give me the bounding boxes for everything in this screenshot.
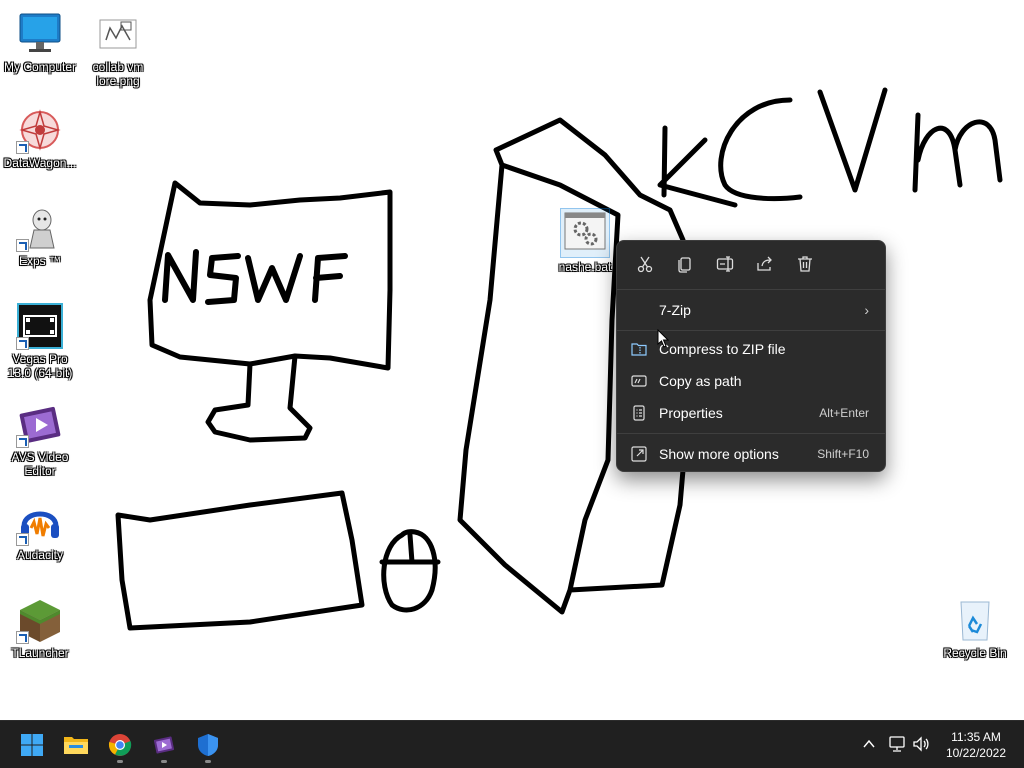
running-indicator [205, 760, 211, 763]
copy-button[interactable] [665, 247, 705, 281]
copy-path-icon [631, 373, 647, 389]
desktop-icon-label: DataWagon... [3, 156, 77, 170]
kcvm-letters-drawing [657, 87, 1003, 208]
desktop-icon-label: My Computer [3, 60, 77, 74]
desktop-icon-audacity[interactable]: Audacity [0, 498, 80, 562]
desktop-icon-label: collab vm lore.png [92, 60, 144, 88]
show-hidden-icons-button[interactable] [858, 733, 880, 755]
menu-item-properties[interactable]: Properties Alt+Enter [617, 397, 885, 429]
shortcut-arrow-icon [16, 141, 29, 154]
desktop-icon-label: Vegas Pro 13.0 (64-bit) [7, 352, 73, 380]
cut-button[interactable] [625, 247, 665, 281]
blank-icon [631, 302, 647, 318]
volume-button[interactable] [910, 733, 932, 755]
taskbar: 11:35 AM 10/22/2022 [0, 720, 1024, 768]
shortcut-arrow-icon [16, 435, 29, 448]
rename-button[interactable] [705, 247, 745, 281]
menu-separator [617, 289, 885, 290]
shortcut-arrow-icon [16, 631, 29, 644]
desktop-icon-vegas-pro[interactable]: Vegas Pro 13.0 (64-bit) [0, 302, 80, 380]
menu-item-7zip[interactable]: 7-Zip › [617, 292, 885, 328]
menu-item-shortcut: Alt+Enter [819, 406, 869, 420]
menu-item-label: Show more options [659, 446, 779, 462]
video-editor-icon [153, 736, 175, 754]
menu-item-label: 7-Zip [659, 302, 691, 318]
rename-icon [716, 256, 734, 272]
windows-start-icon [21, 734, 43, 756]
monitor-stand-drawing [205, 353, 313, 443]
taskbar-file-explorer[interactable] [56, 725, 96, 765]
taskbar-chrome[interactable] [100, 725, 140, 765]
delete-icon [798, 256, 812, 272]
shortcut-arrow-icon [16, 533, 29, 546]
chevron-up-icon [863, 739, 875, 748]
share-icon [757, 256, 772, 271]
shortcut-arrow-icon [16, 337, 29, 350]
taskbar-windows-security[interactable] [188, 725, 228, 765]
desktop-icon-label: Audacity [16, 548, 64, 562]
copy-icon [678, 257, 691, 273]
desktop-icon-label: Exps ™ [18, 254, 61, 268]
show-more-options-icon [631, 446, 647, 462]
speaker-volume-icon [913, 736, 929, 752]
menu-separator [617, 433, 885, 434]
menu-item-shortcut: Shift+F10 [817, 447, 869, 461]
desktop-icon-collab-vm-lore[interactable]: collab vm lore.png [78, 10, 158, 88]
share-button[interactable] [745, 247, 785, 281]
image-file-icon [99, 19, 137, 49]
menu-item-label: Compress to ZIP file [659, 341, 786, 357]
taskbar-clock[interactable]: 11:35 AM 10/22/2022 [946, 729, 1006, 761]
desktop-icon-label: nashe.bat [558, 260, 612, 274]
menu-item-copy-as-path[interactable]: Copy as path [617, 365, 885, 397]
properties-icon [631, 405, 647, 421]
desktop-icon-avs-video-editor[interactable]: AVS Video Editor [0, 400, 80, 478]
clock-date: 10/22/2022 [945, 746, 1006, 760]
menu-item-label: Properties [659, 405, 723, 421]
desktop-icon-datawagon[interactable]: DataWagon... [0, 106, 80, 170]
shortcut-arrow-icon [16, 239, 29, 252]
menu-item-show-more-options[interactable]: Show more options Shift+F10 [617, 438, 885, 470]
desktop-icon-nashe-bat[interactable]: nashe.bat [545, 208, 625, 274]
network-wired-icon [889, 736, 905, 752]
desktop-icon-label: Recycle Bin [943, 646, 1007, 660]
desktop-icon-label: TLauncher [11, 646, 69, 660]
context-menu: 7-Zip › Compress to ZIP file Copy as pat… [616, 240, 886, 472]
mouse-cursor-icon [657, 329, 669, 348]
running-indicator [161, 760, 167, 763]
windows-security-shield-icon [198, 734, 218, 756]
file-explorer-icon [64, 737, 88, 754]
chrome-icon [108, 734, 132, 756]
clock-time: 11:35 AM [951, 730, 1001, 744]
chevron-right-icon: › [864, 302, 869, 318]
desktop-icon-recycle-bin[interactable]: Recycle Bin [935, 596, 1015, 660]
start-button[interactable] [12, 725, 52, 765]
nswf-letters-drawing [162, 249, 348, 305]
running-indicator [117, 760, 123, 763]
zip-folder-icon [631, 341, 647, 357]
recycle-bin-icon [960, 601, 990, 641]
keyboard-drawing [115, 490, 365, 631]
monitor-icon [19, 13, 61, 52]
taskbar-video-editor[interactable] [144, 725, 184, 765]
menu-item-label: Copy as path [659, 373, 742, 389]
desktop-icon-my-computer[interactable]: My Computer [0, 10, 80, 74]
cut-icon [637, 256, 653, 273]
desktop-icon-label: AVS Video Editor [11, 450, 69, 478]
delete-button[interactable] [785, 247, 825, 281]
mouse-drawing [379, 529, 441, 613]
context-quick-actions [617, 241, 885, 287]
network-status-button[interactable] [886, 733, 908, 755]
batch-file-gear-icon [564, 212, 606, 250]
desktop-icon-tlauncher[interactable]: TLauncher [0, 596, 80, 660]
desktop-icon-exps[interactable]: Exps ™ [0, 204, 80, 268]
